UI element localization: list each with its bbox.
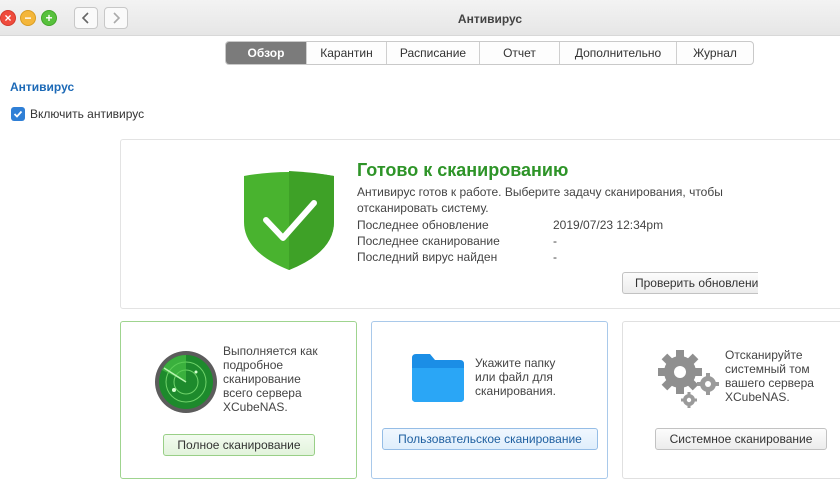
- last-update-row: Последнее обновление 2019/07/23 12:34pm: [357, 217, 663, 233]
- enable-antivirus-checkbox[interactable]: [11, 107, 25, 121]
- title-bar: × − + Антивирус: [0, 0, 840, 36]
- status-description: Антивирус готов к работе. Выберите задач…: [357, 185, 723, 215]
- section-title: Антивирус: [10, 80, 75, 94]
- custom-scan-card: Укажите папку или файл для сканирования.…: [371, 321, 608, 479]
- tab-report[interactable]: Отчет: [479, 42, 559, 64]
- tab-bar: Обзор Карантин Расписание Отчет Дополнит…: [225, 41, 754, 65]
- tab-overview[interactable]: Обзор: [226, 42, 306, 64]
- full-scan-description: Выполняется как подробное сканирование в…: [223, 344, 318, 414]
- enable-antivirus-row[interactable]: Включить антивирус: [11, 107, 144, 121]
- status-title: Готово к сканированию: [357, 160, 569, 180]
- tab-advanced[interactable]: Дополнительно: [559, 42, 676, 64]
- last-virus-row: Последний вирус найден -: [357, 249, 663, 265]
- tab-log[interactable]: Журнал: [676, 42, 753, 64]
- window-title-wrap: Антивирус: [0, 12, 840, 26]
- tab-schedule[interactable]: Расписание: [386, 42, 479, 64]
- full-scan-card: Выполняется как подробное сканирование в…: [120, 321, 357, 479]
- last-scan-row: Последнее сканирование -: [357, 233, 663, 249]
- check-updates-button[interactable]: Проверить обновлени: [622, 272, 758, 294]
- last-scan-label: Последнее сканирование: [357, 234, 500, 248]
- last-scan-value: -: [553, 234, 557, 248]
- last-virus-label: Последний вирус найден: [357, 250, 498, 264]
- window-title: Антивирус: [457, 12, 523, 26]
- status-panel: Готово к сканированию Антивирус готов к …: [120, 139, 840, 309]
- custom-scan-button[interactable]: Пользовательское сканирование: [382, 428, 598, 450]
- shield-check-icon: [244, 171, 334, 270]
- last-update-label: Последнее обновление: [357, 218, 489, 232]
- system-scan-card: Отсканируйте системный том вашего сервер…: [622, 321, 840, 479]
- gears-icon: [658, 350, 719, 408]
- last-virus-value: -: [553, 250, 557, 264]
- folder-icon: [412, 354, 464, 402]
- enable-antivirus-label: Включить антивирус: [30, 107, 145, 121]
- last-update-value: 2019/07/23 12:34pm: [553, 218, 664, 232]
- full-scan-button[interactable]: Полное сканирование: [163, 434, 315, 456]
- checkmark-icon: [13, 110, 23, 118]
- tab-quarantine[interactable]: Карантин: [306, 42, 386, 64]
- system-scan-description: Отсканируйте системный том вашего сервер…: [725, 348, 814, 404]
- radar-icon: [155, 351, 217, 413]
- custom-scan-description: Укажите папку или файл для сканирования.: [475, 356, 556, 398]
- system-scan-button[interactable]: Системное сканирование: [655, 428, 827, 450]
- status-info: Последнее обновление 2019/07/23 12:34pm …: [357, 217, 663, 265]
